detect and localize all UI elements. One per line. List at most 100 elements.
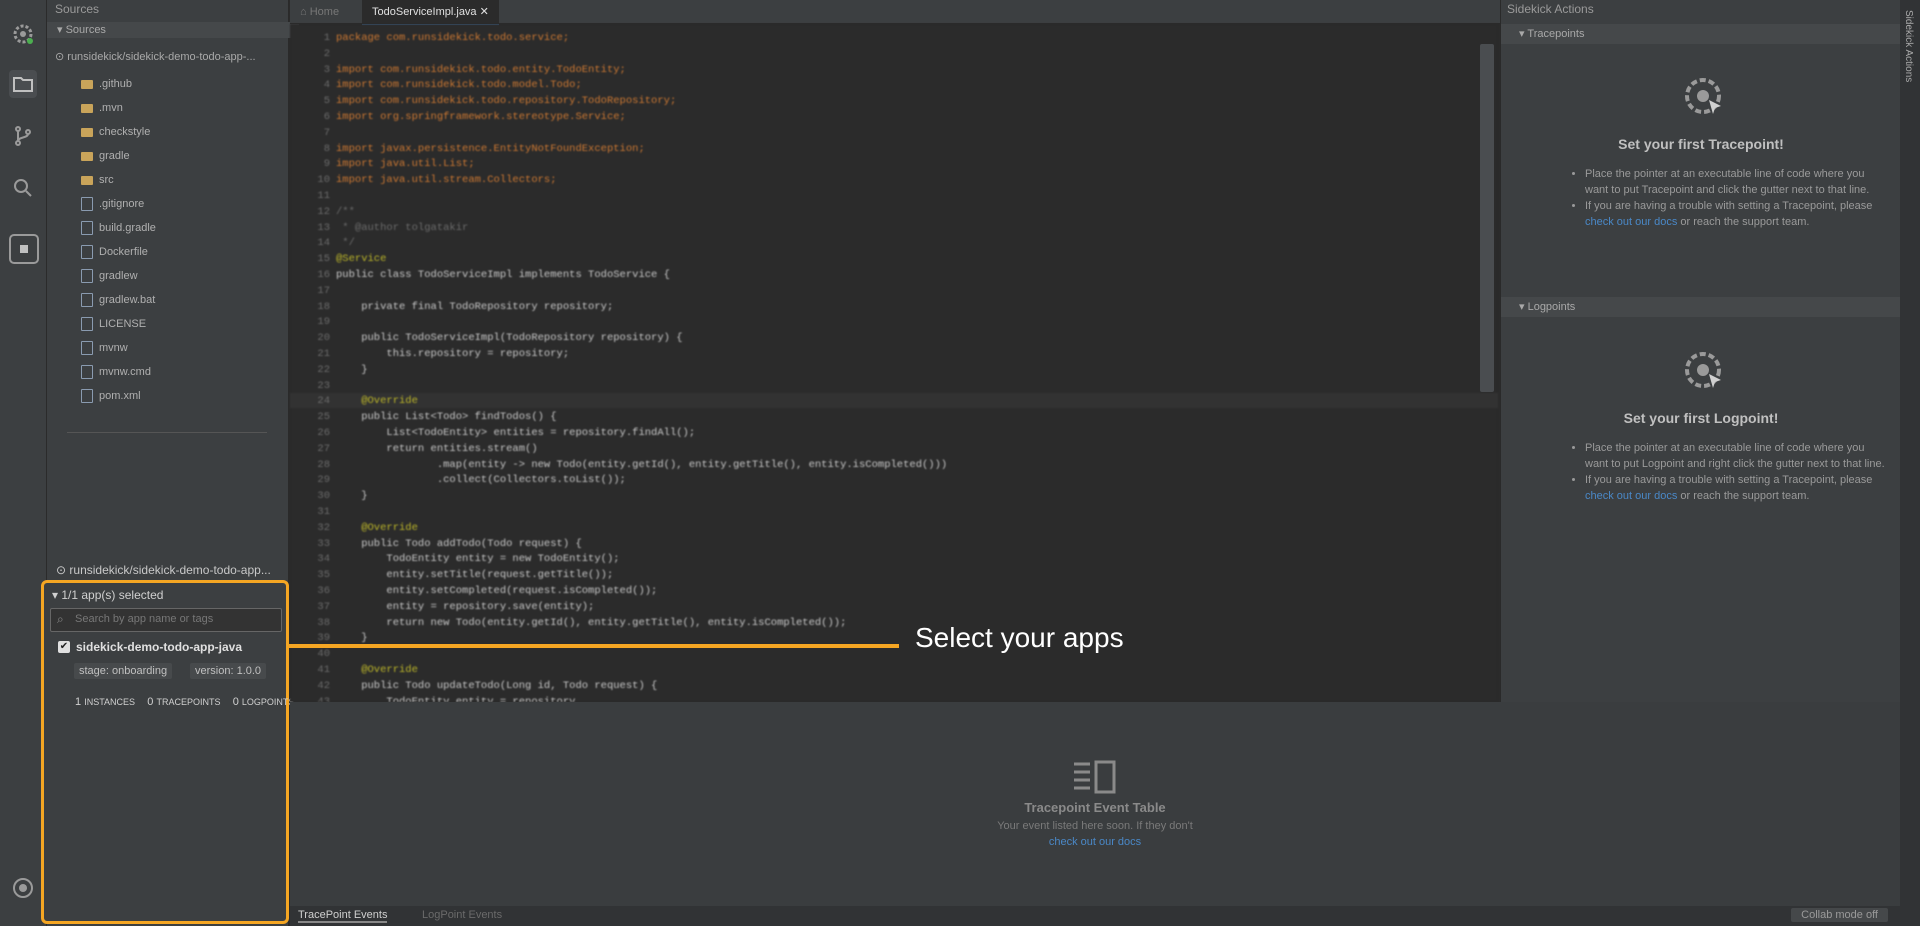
file-tree-item[interactable]: LICENSE: [81, 314, 146, 334]
tab-logpoint-events[interactable]: LogPoint Events: [422, 909, 502, 921]
file-tree-item[interactable]: .gitignore: [81, 194, 144, 214]
sources-section-header[interactable]: ▾ Sources: [47, 22, 299, 38]
editor-scrollbar[interactable]: [1480, 44, 1494, 392]
code-line: import com.runsidekick.todo.entity.TodoE…: [336, 63, 626, 76]
account-icon[interactable]: [9, 874, 37, 902]
code-editor[interactable]: 1 package com.runsidekick.todo.service; 2 3…: [290, 24, 1498, 702]
line-number[interactable]: 17: [290, 285, 330, 297]
line-number[interactable]: 11: [290, 190, 330, 202]
tab-home[interactable]: ⌂ Home: [290, 0, 349, 24]
code-line: this.repository = repository;: [336, 348, 570, 360]
sidekick-panel-icon[interactable]: [9, 234, 39, 264]
line-number[interactable]: 1: [290, 32, 330, 44]
app-checkbox[interactable]: ✔: [58, 641, 70, 653]
line-number[interactable]: 12: [290, 206, 330, 218]
line-number[interactable]: 40: [290, 648, 330, 660]
line-number[interactable]: 28: [290, 459, 330, 471]
file-tree-item[interactable]: gradlew: [81, 266, 138, 286]
line-number[interactable]: 22: [290, 364, 330, 376]
file-tree-item[interactable]: pom.xml: [81, 386, 141, 406]
event-table-docs-link[interactable]: check out our docs: [1049, 836, 1141, 848]
code-line: import java.util.stream.Collectors;: [336, 174, 557, 187]
tracepoints-section-header[interactable]: ▾ Tracepoints: [1501, 24, 1919, 44]
line-number[interactable]: 4: [290, 79, 330, 91]
repo-root[interactable]: ⊙ runsidekick/sidekick-demo-todo-app-...: [55, 50, 285, 63]
file-icon: [81, 245, 93, 259]
line-number[interactable]: 32: [290, 522, 330, 534]
event-table-icon: [1072, 760, 1116, 799]
line-number[interactable]: 6: [290, 111, 330, 123]
file-tree-item[interactable]: checkstyle: [81, 122, 150, 142]
logpoints-section-header[interactable]: ▾ Logpoints: [1501, 297, 1919, 317]
line-number[interactable]: 5: [290, 95, 330, 107]
tab-todoserviceimpl[interactable]: TodoServiceImpl.java ✕: [362, 0, 499, 26]
line-number[interactable]: 37: [290, 601, 330, 613]
sidekick-logo-icon[interactable]: [9, 20, 37, 48]
line-number[interactable]: 41: [290, 664, 330, 676]
line-number[interactable]: 16: [290, 269, 330, 281]
collab-mode-button[interactable]: Collab mode off: [1791, 908, 1888, 922]
line-number[interactable]: 31: [290, 506, 330, 518]
right-panel-title: Sidekick Actions: [1507, 2, 1594, 16]
explorer-icon[interactable]: [9, 70, 37, 98]
file-icon: [81, 293, 93, 307]
line-number[interactable]: 35: [290, 569, 330, 581]
line-number[interactable]: 42: [290, 680, 330, 692]
logpoint-instruction-2-text: If you are having a trouble with setting…: [1585, 474, 1873, 486]
line-number[interactable]: 10: [290, 174, 330, 186]
line-number[interactable]: 2: [290, 48, 330, 60]
search-icon[interactable]: [9, 174, 37, 202]
logpoint-docs-link[interactable]: check out our docs: [1585, 490, 1677, 502]
tab-home-label: Home: [309, 6, 340, 18]
line-number[interactable]: 15: [290, 253, 330, 265]
code-line: return entities.stream(): [336, 442, 538, 455]
line-number[interactable]: 19: [290, 316, 330, 328]
line-number[interactable]: 9: [290, 158, 330, 170]
line-number[interactable]: 23: [290, 380, 330, 392]
source-control-icon[interactable]: [9, 122, 37, 150]
line-number[interactable]: 38: [290, 617, 330, 629]
file-tree-item[interactable]: gradle: [81, 146, 130, 166]
line-number[interactable]: 33: [290, 538, 330, 550]
line-number[interactable]: 34: [290, 553, 330, 565]
line-number[interactable]: 20: [290, 332, 330, 344]
apps-selected-toggle[interactable]: ▾ 1/1 app(s) selected: [52, 588, 163, 602]
line-number[interactable]: 13: [290, 222, 330, 234]
file-icon: [81, 341, 93, 355]
line-number[interactable]: 25: [290, 411, 330, 423]
line-number[interactable]: 26: [290, 427, 330, 439]
line-number[interactable]: 3: [290, 64, 330, 76]
tab-tracepoint-events[interactable]: TracePoint Events: [298, 909, 388, 923]
line-number[interactable]: 30: [290, 490, 330, 502]
apps-repo-row[interactable]: ⊙ runsidekick/sidekick-demo-todo-app...: [56, 563, 271, 577]
line-number[interactable]: 8: [290, 143, 330, 155]
line-number[interactable]: 7: [290, 127, 330, 139]
file-tree-item[interactable]: gradlew.bat: [81, 290, 155, 310]
line-number[interactable]: 18: [290, 301, 330, 313]
file-tree-item[interactable]: Dockerfile: [81, 242, 148, 262]
close-icon[interactable]: ✕: [480, 6, 489, 18]
logpoint-instruction-2-tail: or reach the support team.: [1680, 490, 1810, 502]
line-number[interactable]: 27: [290, 443, 330, 455]
file-tree-item[interactable]: .mvn: [81, 98, 123, 118]
sidekick-actions-panel: Sidekick Actions ▾ Tracepoints Set your …: [1500, 0, 1919, 702]
line-number[interactable]: 21: [290, 348, 330, 360]
app-tag-version: version: 1.0.0: [190, 663, 267, 679]
code-line: import com.runsidekick.todo.model.Todo;: [336, 79, 582, 92]
file-tree-item[interactable]: mvnw: [81, 338, 128, 358]
code-line: import java.util.List;: [336, 158, 475, 171]
file-tree-item[interactable]: .github: [81, 74, 132, 94]
tracepoint-docs-link[interactable]: check out our docs: [1585, 216, 1677, 228]
line-number[interactable]: 29: [290, 474, 330, 486]
app-name[interactable]: sidekick-demo-todo-app-java: [76, 640, 242, 654]
line-number[interactable]: 39: [290, 632, 330, 644]
code-line: @Override: [336, 395, 418, 408]
sidekick-actions-vertical-tab[interactable]: Sidekick Actions: [1900, 0, 1920, 926]
file-tree-item[interactable]: build.gradle: [81, 218, 156, 238]
line-number[interactable]: 14: [290, 237, 330, 249]
line-number[interactable]: 36: [290, 585, 330, 597]
file-tree-item[interactable]: src: [81, 170, 114, 190]
app-search-input[interactable]: ⌕ Search by app name or tags: [50, 608, 282, 632]
line-number[interactable]: 24: [290, 395, 330, 407]
file-tree-item[interactable]: mvnw.cmd: [81, 362, 151, 382]
